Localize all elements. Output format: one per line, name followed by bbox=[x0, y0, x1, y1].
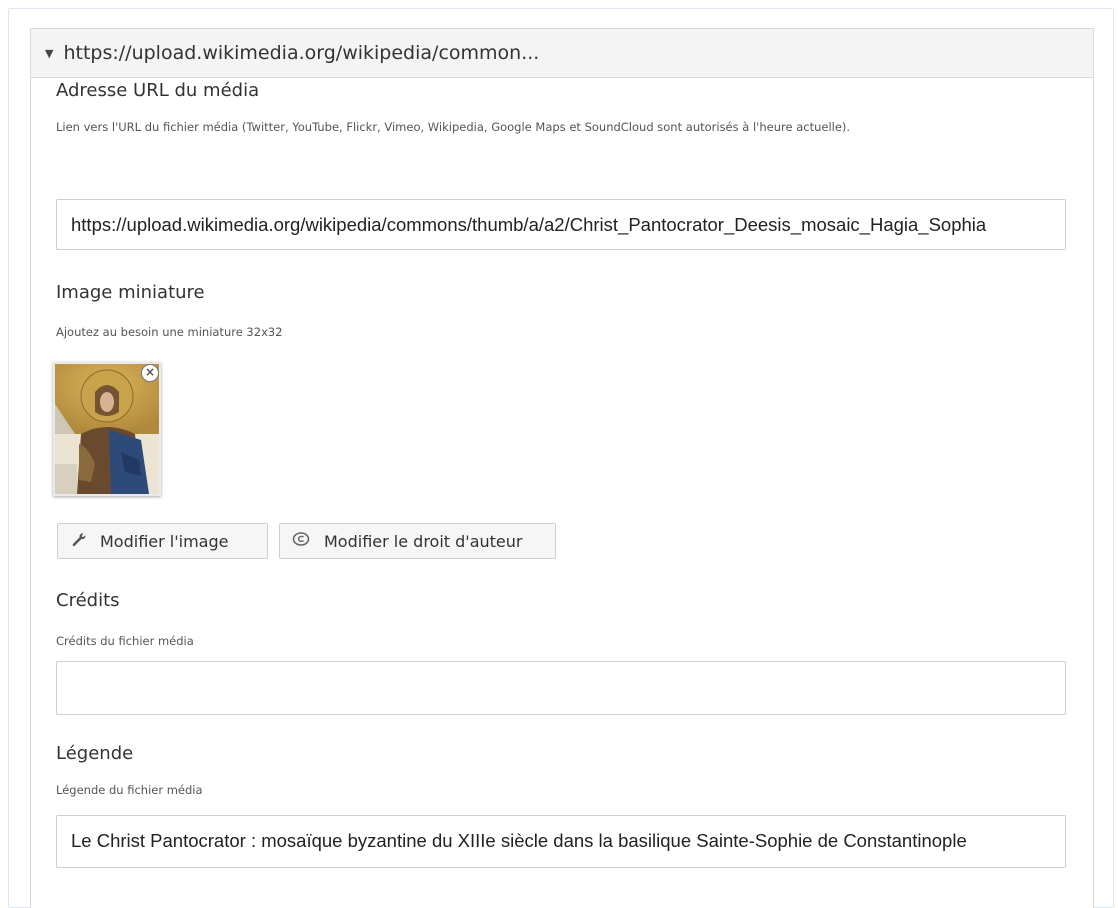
credits-label: Crédits bbox=[56, 590, 120, 611]
caption-help-text: Légende du fichier média bbox=[56, 783, 203, 797]
credits-help-text: Crédits du fichier média bbox=[56, 634, 194, 648]
caption-input[interactable]: Le Christ Pantocrator : mosaïque byzanti… bbox=[56, 815, 1066, 868]
credits-input[interactable] bbox=[56, 661, 1066, 715]
caption-label: Légende bbox=[56, 743, 134, 764]
media-form-lower: Crédits Crédits du fichier média Légende… bbox=[30, 0, 1094, 890]
